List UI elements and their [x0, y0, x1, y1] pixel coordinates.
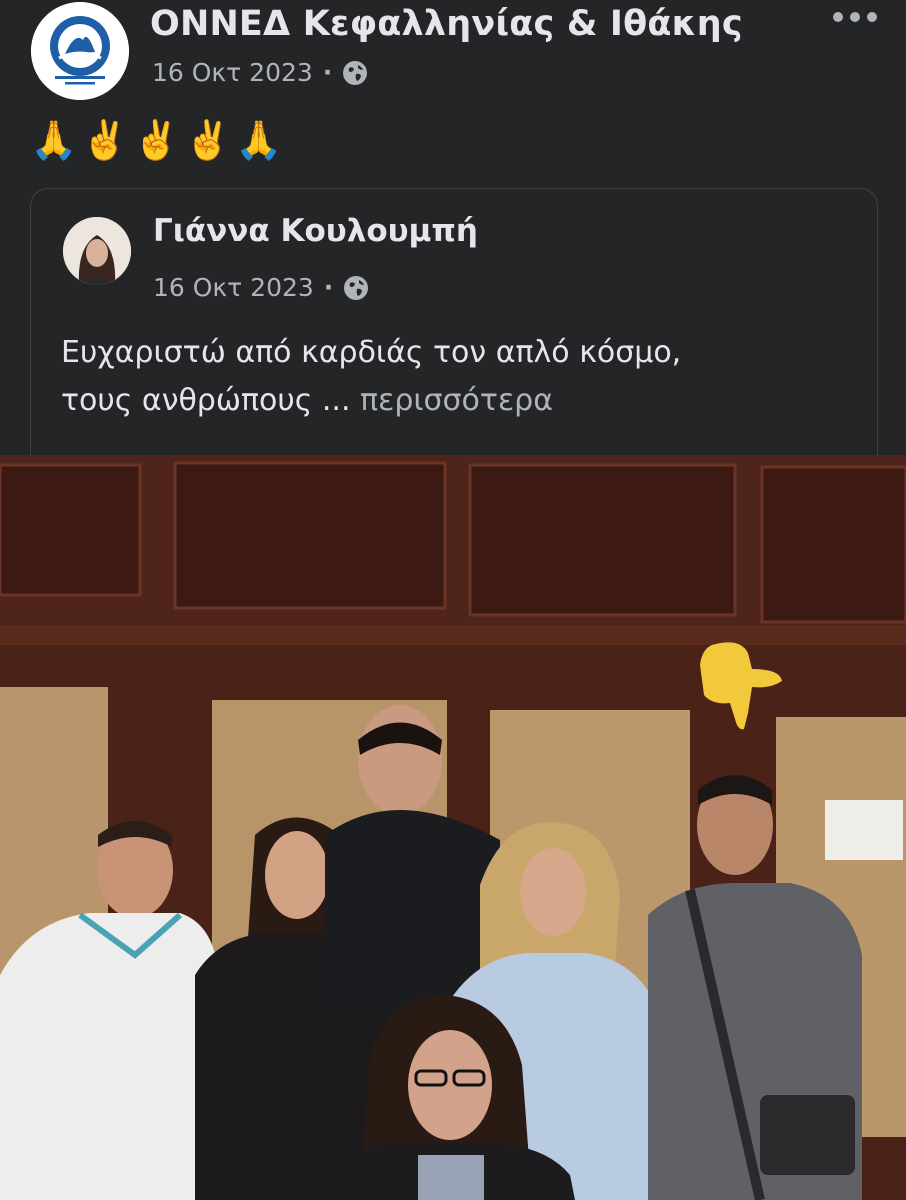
more-dot-icon: [833, 12, 843, 22]
shared-post-meta: 16 Οκτ 2023 ·: [153, 273, 369, 302]
globe-icon: [344, 275, 369, 300]
page-logo: [31, 2, 129, 100]
shared-author-name[interactable]: Γιάννα Κουλουμπή: [153, 213, 478, 249]
see-more-link[interactable]: περισσότερα: [360, 383, 553, 418]
post-date[interactable]: 16 Οκτ 2023: [152, 58, 313, 87]
more-dot-icon: [850, 12, 860, 22]
page-name[interactable]: ΟΝΝΕΔ Κεφαλληνίας & Ιθάκης: [150, 4, 743, 44]
shared-post-text: Ευχαριστώ από καρδιάς τον απλό κόσμο, το…: [61, 329, 861, 425]
page-avatar[interactable]: [31, 2, 129, 100]
post-header: ΟΝΝΕΔ Κεφαλληνίας & Ιθάκης 16 Οκτ 2023 ·: [0, 0, 906, 110]
post-text: 🙏✌️✌️✌️🙏: [30, 118, 287, 162]
globe-icon: [343, 60, 368, 85]
post-photo[interactable]: [0, 455, 906, 1200]
shared-post-card[interactable]: Γιάννα Κουλουμπή 16 Οκτ 2023 · Ευχαριστώ…: [30, 188, 878, 490]
group-photo: [0, 455, 906, 1200]
shared-author-avatar[interactable]: [63, 217, 131, 285]
post-meta: 16 Οκτ 2023 ·: [152, 58, 368, 87]
more-dot-icon: [867, 12, 877, 22]
shared-post-date[interactable]: 16 Οκτ 2023: [153, 273, 314, 302]
meta-separator: ·: [323, 273, 334, 302]
shared-text-line2: τους ανθρώπους ...: [61, 383, 351, 418]
shared-text-line: τους ανθρώπους ... περισσότερα: [61, 377, 861, 425]
shared-text-line: Ευχαριστώ από καρδιάς τον απλό κόσμο,: [61, 335, 682, 370]
meta-separator: ·: [322, 58, 333, 87]
more-options-button[interactable]: [830, 6, 880, 28]
profile-photo: [63, 217, 131, 285]
